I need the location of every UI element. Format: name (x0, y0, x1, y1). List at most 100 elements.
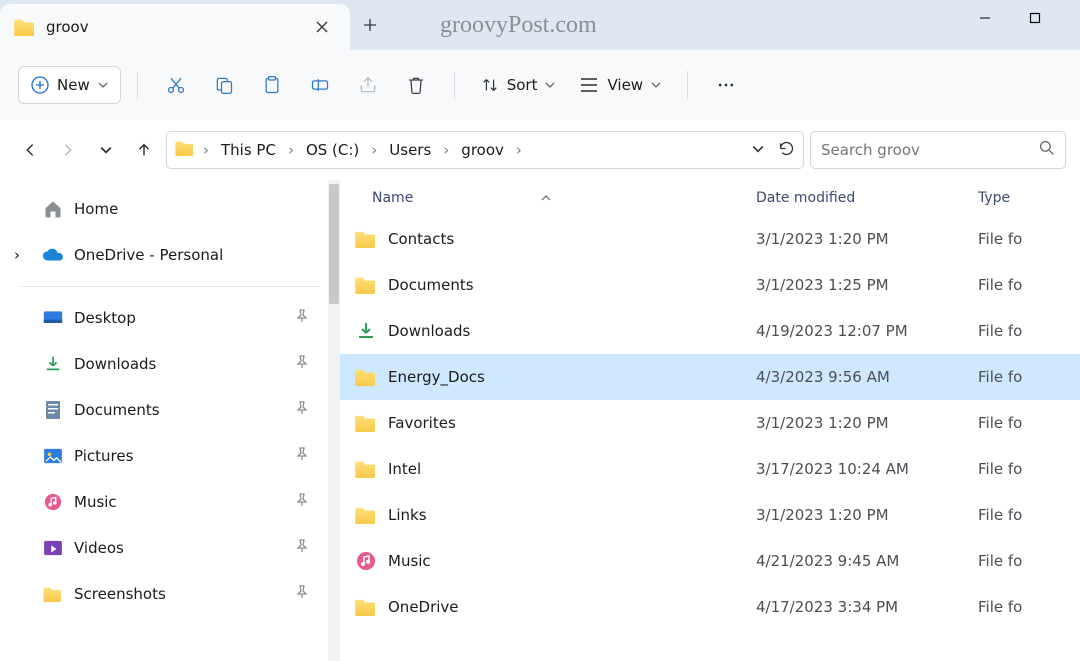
home-icon (42, 198, 64, 220)
sidebar-item-documents[interactable]: Documents (0, 387, 340, 433)
minimize-button[interactable] (960, 0, 1010, 36)
crumb-this-pc[interactable]: This PC (217, 141, 280, 159)
sidebar-item-onedrive[interactable]: OneDrive - Personal (0, 232, 340, 278)
new-tab-button[interactable] (350, 0, 390, 50)
file-type: File fo (978, 368, 1080, 386)
sidebar-item-videos[interactable]: Videos (0, 525, 340, 571)
file-row[interactable]: Links3/1/2023 1:20 PMFile fo (340, 492, 1080, 538)
folder-icon (354, 275, 378, 295)
new-label: New (57, 76, 90, 94)
copy-button[interactable] (202, 65, 246, 105)
forward-button[interactable] (52, 134, 84, 166)
file-type: File fo (978, 230, 1080, 248)
column-type-header[interactable]: Type (978, 190, 1080, 206)
documents-icon (42, 399, 64, 421)
sort-button[interactable]: Sort (471, 65, 566, 105)
sidebar-item-label: Pictures (74, 447, 296, 465)
scrollbar-thumb[interactable] (329, 184, 339, 304)
folder-icon (354, 459, 378, 479)
chevron-down-icon[interactable] (752, 141, 764, 159)
search-icon (1039, 140, 1055, 160)
pin-icon (296, 309, 308, 327)
crumb-groov[interactable]: groov (457, 141, 508, 159)
pin-icon (296, 585, 308, 603)
separator (20, 286, 320, 287)
file-date: 3/1/2023 1:25 PM (756, 276, 978, 294)
file-row[interactable]: Downloads4/19/2023 12:07 PMFile fo (340, 308, 1080, 354)
recent-dropdown[interactable] (90, 134, 122, 166)
file-row[interactable]: Documents3/1/2023 1:25 PMFile fo (340, 262, 1080, 308)
tab-current[interactable]: groov (0, 4, 350, 50)
download-icon (354, 321, 378, 341)
crumb-users[interactable]: Users (385, 141, 435, 159)
sidebar-item-label: Downloads (74, 355, 296, 373)
column-name-header[interactable]: Name (340, 190, 756, 206)
file-row[interactable]: Music4/21/2023 9:45 AMFile fo (340, 538, 1080, 584)
sidebar-item-label: Documents (74, 401, 296, 419)
file-date: 4/17/2023 3:34 PM (756, 598, 978, 616)
sidebar-item-screenshots[interactable]: Screenshots (0, 571, 340, 617)
title-bar: groov groovyPost.com (0, 0, 1080, 50)
more-button[interactable] (704, 65, 748, 105)
sidebar-item-label: Videos (74, 539, 296, 557)
desktop-icon (42, 307, 64, 329)
chevron-right-icon[interactable]: › (203, 141, 209, 159)
refresh-button[interactable] (778, 140, 795, 161)
share-button[interactable] (346, 65, 390, 105)
file-date: 4/19/2023 12:07 PM (756, 322, 978, 340)
paste-button[interactable] (250, 65, 294, 105)
file-name: Favorites (388, 414, 756, 432)
tab-title: groov (46, 18, 308, 36)
up-button[interactable] (128, 134, 160, 166)
cut-button[interactable] (154, 65, 198, 105)
file-type: File fo (978, 276, 1080, 294)
folder-icon (354, 505, 378, 525)
chevron-right-icon[interactable]: › (516, 141, 522, 159)
chevron-right-icon[interactable]: › (443, 141, 449, 159)
pin-icon (296, 539, 308, 557)
folder-icon (354, 229, 378, 249)
scrollbar-track[interactable] (328, 180, 340, 661)
view-label: View (607, 76, 643, 94)
sidebar-item-desktop[interactable]: Desktop (0, 295, 340, 341)
file-row[interactable]: Contacts3/1/2023 1:20 PMFile fo (340, 216, 1080, 262)
file-name: Music (388, 552, 756, 570)
sidebar-item-downloads[interactable]: Downloads (0, 341, 340, 387)
tab-close-button[interactable] (308, 13, 336, 41)
location-bar[interactable]: › This PC › OS (C:) › Users › groov › (166, 131, 804, 169)
column-headers: Name Date modified Type (340, 180, 1080, 216)
file-row[interactable]: OneDrive4/17/2023 3:34 PMFile fo (340, 584, 1080, 630)
search-input[interactable] (821, 141, 1031, 159)
sidebar-item-pictures[interactable]: Pictures (0, 433, 340, 479)
music-icon (42, 491, 64, 513)
view-button[interactable]: View (569, 65, 671, 105)
sort-indicator-icon (541, 190, 551, 206)
folder-icon (14, 18, 36, 36)
file-row[interactable]: Energy_Docs4/3/2023 9:56 AMFile fo (340, 354, 1080, 400)
chevron-right-icon[interactable]: › (14, 246, 20, 264)
delete-button[interactable] (394, 65, 438, 105)
screenshots-icon (42, 583, 64, 605)
file-date: 4/21/2023 9:45 AM (756, 552, 978, 570)
file-row[interactable]: Favorites3/1/2023 1:20 PMFile fo (340, 400, 1080, 446)
sidebar-item-music[interactable]: Music (0, 479, 340, 525)
crumb-os-c[interactable]: OS (C:) (302, 141, 363, 159)
pictures-icon (42, 445, 64, 467)
sidebar-item-home[interactable]: Home (0, 186, 340, 232)
chevron-right-icon[interactable]: › (288, 141, 294, 159)
new-button[interactable]: New (18, 66, 121, 104)
sidebar-item-label: OneDrive - Personal (74, 246, 324, 264)
chevron-right-icon[interactable]: › (371, 141, 377, 159)
toolbar: New Sort View (0, 50, 1080, 120)
maximize-button[interactable] (1010, 0, 1060, 36)
sidebar-item-label: Screenshots (74, 585, 296, 603)
file-row[interactable]: Intel3/17/2023 10:24 AMFile fo (340, 446, 1080, 492)
sidebar: Home › OneDrive - Personal Desktop Downlo… (0, 180, 340, 661)
back-button[interactable] (14, 134, 46, 166)
window-controls (960, 0, 1080, 50)
column-date-header[interactable]: Date modified (756, 190, 978, 206)
search-box[interactable] (810, 131, 1066, 169)
file-type: File fo (978, 506, 1080, 524)
sidebar-item-label: Desktop (74, 309, 296, 327)
rename-button[interactable] (298, 65, 342, 105)
